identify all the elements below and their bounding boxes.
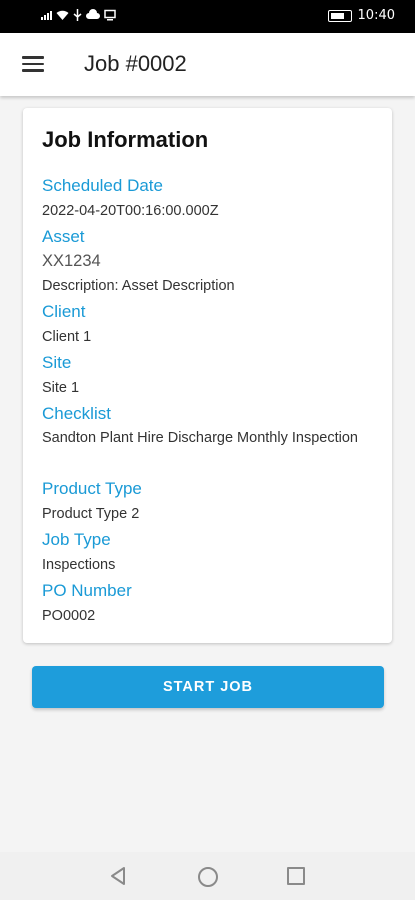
job-information-card: Job Information Scheduled Date 2022-04-2… xyxy=(23,108,392,643)
usb-icon xyxy=(73,9,82,21)
home-icon[interactable] xyxy=(198,867,218,887)
wifi-icon xyxy=(56,10,69,20)
client-label: Client xyxy=(42,302,86,321)
client-value: Client 1 xyxy=(42,329,92,345)
product-type-label: Product Type xyxy=(42,479,142,498)
po-number-label: PO Number xyxy=(42,581,132,600)
cloud-icon xyxy=(86,9,100,19)
product-type-value: Product Type 2 xyxy=(42,506,140,522)
screen-icon xyxy=(104,9,116,21)
system-nav-bar xyxy=(0,852,415,900)
po-number-value: PO0002 xyxy=(42,608,96,624)
job-type-label: Job Type xyxy=(42,530,111,549)
site-value: Site 1 xyxy=(42,380,80,396)
status-bar: 10:40 xyxy=(0,0,415,33)
checklist-label: Checklist xyxy=(42,404,111,423)
checklist-value: Sandton Plant Hire Discharge Monthly Ins… xyxy=(42,430,358,446)
scheduled-date-value: 2022-04-20T00:16:00.000Z xyxy=(42,203,219,219)
page-title: Job #0002 xyxy=(84,51,187,76)
back-icon[interactable] xyxy=(109,866,127,886)
recent-apps-icon[interactable] xyxy=(287,867,305,885)
asset-description: Description: Asset Description xyxy=(42,278,235,294)
status-time: 10:40 xyxy=(357,8,395,23)
start-job-button[interactable]: START JOB xyxy=(32,666,384,708)
battery-icon xyxy=(327,9,352,22)
site-label: Site xyxy=(42,353,72,372)
asset-value: XX1234 xyxy=(42,252,101,270)
asset-label: Asset xyxy=(42,227,85,246)
job-type-value: Inspections xyxy=(42,557,116,573)
hamburger-menu-icon[interactable] xyxy=(22,56,44,72)
status-icons-left xyxy=(40,9,116,21)
app-bar: Job #0002 xyxy=(0,33,415,96)
card-title: Job Information xyxy=(42,127,209,152)
signal-icon xyxy=(41,11,52,20)
scheduled-date-label: Scheduled Date xyxy=(42,176,163,195)
status-icons-right: 10:40 xyxy=(327,8,395,23)
